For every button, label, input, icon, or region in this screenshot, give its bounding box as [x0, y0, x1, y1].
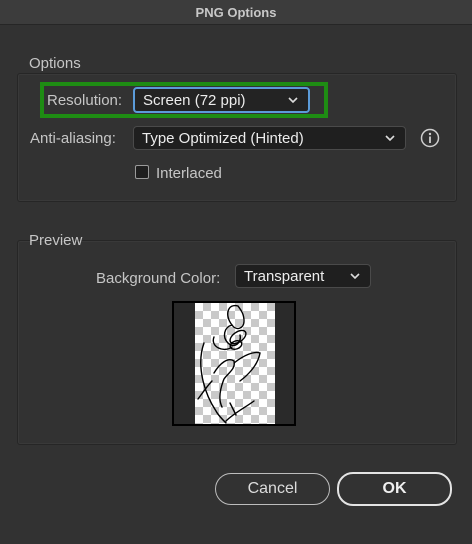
info-icon[interactable] [420, 128, 440, 148]
preview-thumbnail [172, 301, 296, 426]
preview-group-title: Preview [29, 232, 83, 249]
resolution-label: Resolution: [47, 92, 123, 109]
background-color-label: Background Color: [96, 270, 221, 287]
interlaced-checkbox[interactable] [135, 165, 149, 179]
options-group-title: Options [29, 55, 81, 72]
cancel-button[interactable]: Cancel [215, 473, 330, 505]
resolution-value: Screen (72 ppi) [143, 91, 246, 109]
anti-aliasing-label: Anti-aliasing: [30, 130, 116, 147]
background-color-value: Transparent [244, 267, 325, 285]
chevron-down-icon [350, 273, 360, 280]
chevron-down-icon [385, 135, 395, 142]
anti-aliasing-select[interactable]: Type Optimized (Hinted) [133, 126, 406, 150]
chevron-down-icon [288, 97, 298, 104]
resolution-select[interactable]: Screen (72 ppi) [133, 87, 310, 113]
ok-button[interactable]: OK [337, 472, 452, 506]
title-bar: PNG Options [0, 0, 472, 25]
window-title: PNG Options [195, 4, 277, 20]
interlaced-label: Interlaced [156, 165, 222, 182]
background-color-select[interactable]: Transparent [235, 264, 371, 288]
anti-aliasing-value: Type Optimized (Hinted) [142, 129, 304, 147]
sketch-drawing [197, 304, 261, 424]
